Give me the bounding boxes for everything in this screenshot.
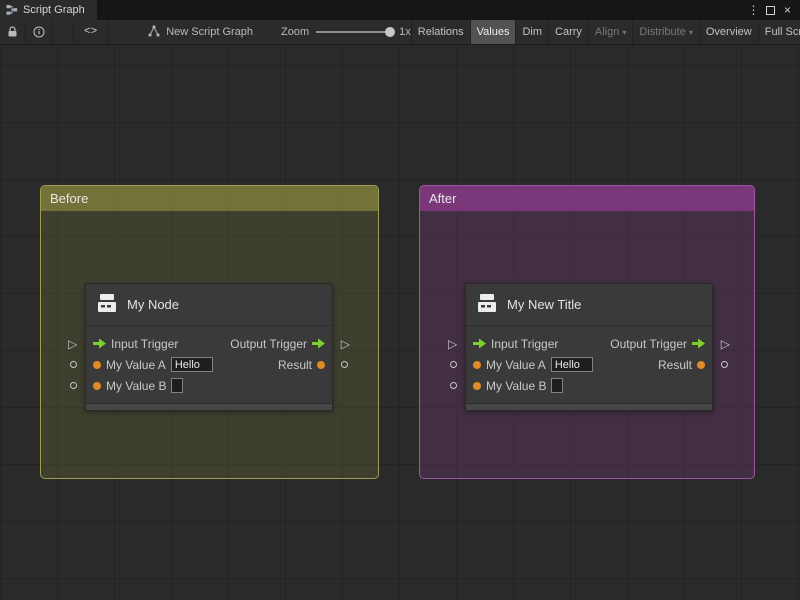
node-header[interactable]: My Node [86,284,332,326]
ext-value-in-port[interactable] [70,361,77,368]
overview-button[interactable]: Overview [698,20,758,44]
lock-button[interactable] [0,20,26,44]
ext-flow-in-port[interactable]: ▷ [448,338,457,350]
value-input-icon[interactable] [93,381,101,390]
graph-canvas[interactable]: Before After My Node Input Trigger Outpu… [0,45,800,600]
port-label: Result [657,357,692,372]
ext-flow-out-port[interactable]: ▷ [341,338,350,350]
maximize-icon[interactable] [762,0,779,20]
node-rows: Input Trigger Output Trigger My Value A … [86,326,332,403]
value-input-icon[interactable] [473,381,481,390]
node-rows: Input Trigger Output Trigger My Value A … [466,326,712,403]
group-before-header[interactable]: Before [41,186,378,211]
graph-toolbar: <> New Script Graph Zoom 1x Relations Va… [0,20,800,45]
port-label: Result [277,357,312,372]
after-node[interactable]: My New Title Input Trigger Output Trigge… [448,283,730,411]
script-graph-icon [6,4,18,16]
flow-output-icon[interactable] [312,338,325,349]
node-row: My Value A Result [86,354,332,375]
fullscreen-button[interactable]: Full Scr [757,20,800,44]
port-label: Output Trigger [610,336,687,351]
zoom-value: 1x [399,26,411,38]
ext-flow-out-port[interactable]: ▷ [721,338,730,350]
lock-icon [8,26,17,37]
group-after-header[interactable]: After [420,186,754,211]
info-icon [33,26,45,38]
info-button[interactable] [26,20,53,44]
ext-flow-in-port[interactable]: ▷ [68,338,77,350]
port-label: My Value B [106,378,167,393]
code-view-button[interactable]: <> [73,20,109,44]
tab-script-graph[interactable]: Script Graph [0,0,97,20]
port-label: My Value A [106,357,166,372]
node-row: My Value A Result [466,354,712,375]
zoom-control: Zoom 1x [281,20,411,44]
relations-button[interactable]: Relations [410,20,470,44]
dim-button[interactable]: Dim [515,20,548,44]
kebab-menu-icon[interactable]: ⋮ [745,0,762,20]
group-label: Before [50,191,89,206]
tab-bar: Script Graph ⋮ × [0,0,800,20]
chevron-down-icon: ▾ [622,27,627,37]
ext-value-out-port[interactable] [721,361,728,368]
port-label: Input Trigger [491,336,559,351]
node-footer [466,403,712,410]
ext-value-in-port[interactable] [70,382,77,389]
node-title: My Node [127,297,180,312]
node-footer [86,403,332,410]
close-icon[interactable]: × [779,0,796,20]
node-header[interactable]: My New Title [466,284,712,326]
value-b-field[interactable] [171,378,184,393]
align-button[interactable]: Align ▾ [587,20,632,44]
chevron-down-icon: ▾ [688,27,693,37]
zoom-slider[interactable] [316,27,396,37]
zoom-label: Zoom [281,26,310,38]
value-b-field[interactable] [551,378,564,393]
port-label: Output Trigger [230,336,307,351]
node-title: My New Title [507,297,582,312]
node-row: Input Trigger Output Trigger [86,333,332,354]
carry-button[interactable]: Carry [548,20,588,44]
flow-input-icon[interactable] [473,338,486,349]
tab-title: Script Graph [23,4,85,16]
ext-value-out-port[interactable] [341,361,348,368]
graph-asset-name: New Script Graph [148,20,253,44]
value-output-icon[interactable] [697,360,705,369]
value-input-icon[interactable] [473,360,481,369]
graph-name-label: New Script Graph [166,26,254,38]
node-row: My Value B [86,375,332,396]
values-button[interactable]: Values [469,20,516,44]
node-row: Input Trigger Output Trigger [466,333,712,354]
distribute-button[interactable]: Distribute ▾ [632,20,698,44]
graph-asset-icon [148,24,160,40]
toolbar-buttons: Relations Values Dim Carry Align ▾ Distr… [410,20,800,44]
flow-output-icon[interactable] [692,338,705,349]
ext-value-in-port[interactable] [450,361,457,368]
value-output-icon[interactable] [317,360,325,369]
zoom-slider-knob[interactable] [385,27,396,37]
port-label: My Value B [486,378,547,393]
value-a-field[interactable] [170,357,213,372]
before-node[interactable]: My Node Input Trigger Output Trigger My … [68,283,350,411]
port-label: My Value A [486,357,546,372]
ext-value-in-port[interactable] [450,382,457,389]
value-input-icon[interactable] [93,360,101,369]
flow-input-icon[interactable] [93,338,106,349]
group-label: After [429,191,457,206]
port-label: Input Trigger [111,336,179,351]
unit-icon [476,293,498,316]
value-a-field[interactable] [550,357,593,372]
node-row: My Value B [466,375,712,396]
unit-icon [96,293,118,316]
script-graph-window: Script Graph ⋮ × <> New Script Graph Zoo… [0,0,800,600]
window-controls: ⋮ × [745,0,800,20]
